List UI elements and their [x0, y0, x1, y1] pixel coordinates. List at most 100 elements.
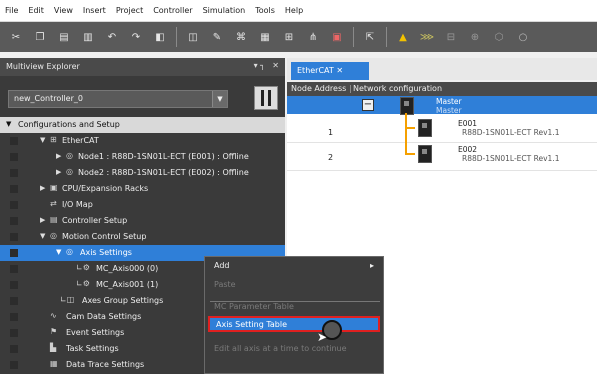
collapse-icon[interactable]: − [362, 99, 374, 111]
circle-icon[interactable]: ○ [516, 30, 530, 44]
menu-edit[interactable]: Edit [23, 6, 49, 15]
run-icon[interactable]: ⊟ [444, 30, 458, 44]
tree-item-ethercat[interactable]: ▼ ⊞ EtherCAT [0, 133, 285, 149]
toolbar-separator [353, 27, 354, 47]
close-icon[interactable]: ✕ [272, 61, 279, 70]
cam-icon: ∿ [50, 311, 57, 320]
ethercat-connector [405, 127, 415, 130]
tree-item-node2[interactable]: ▶ ◎ Node2 : R88D-1SN01L-ECT (E002) : Off… [0, 165, 285, 181]
tag-icon[interactable]: ▣ [330, 30, 344, 44]
delete-icon[interactable]: ▥ [81, 30, 95, 44]
rack-icon: ▣ [50, 183, 58, 192]
expanded-arrow-icon[interactable]: ▼ [40, 232, 45, 240]
collapsed-arrow-icon[interactable]: ▶ [56, 152, 61, 160]
expanded-arrow-icon[interactable]: ▼ [40, 136, 45, 144]
cut-icon[interactable]: ✂ [9, 30, 23, 44]
paste-icon[interactable]: ▤ [57, 30, 71, 44]
node-model: R88D-1SN01L-ECT Rev1.1 [462, 128, 560, 137]
master-label: Master Master [436, 97, 462, 115]
collapsed-arrow-icon[interactable]: ▶ [56, 168, 61, 176]
copy-icon[interactable]: ❐ [33, 30, 47, 44]
menu-controller[interactable]: Controller [148, 6, 197, 15]
mouse-cursor-icon: ➤ [317, 330, 328, 344]
search-icon[interactable]: ⋔ [306, 30, 320, 44]
warning-icon[interactable]: ▲ [396, 30, 410, 44]
collapsed-arrow-icon[interactable]: ▶ [40, 216, 45, 224]
servo-device-icon[interactable] [418, 145, 432, 163]
row-divider [287, 170, 597, 171]
tree-item-configurations[interactable]: ▼ Configurations and Setup [0, 117, 285, 133]
servo-icon: ◎ [66, 167, 73, 176]
tree-label: MC_Axis000 (0) [96, 264, 159, 273]
expanded-arrow-icon[interactable]: ▼ [6, 120, 11, 128]
table-header: Node Address | Network configuration [287, 82, 597, 96]
menu-bar: File Edit View Insert Project Controller… [0, 0, 597, 22]
tree-label: Data Trace Settings [66, 360, 145, 369]
menu-item-blurred[interactable]: Edit all axis at a time to continue [214, 344, 347, 353]
menu-project[interactable]: Project [111, 6, 148, 15]
event-icon: ⚑ [50, 327, 58, 336]
submenu-arrow-icon: ▸ [370, 261, 375, 270]
column-node-address: Node Address [291, 84, 347, 93]
menu-item-axis-setting-table[interactable]: Axis Setting Table [208, 316, 380, 332]
chevron-down-icon[interactable]: ▼ [212, 91, 227, 107]
stop-icon[interactable]: ⊕ [468, 30, 482, 44]
servo-device-icon[interactable] [418, 119, 432, 137]
menu-item-add[interactable]: Add [214, 261, 230, 270]
axis-icon: ∟⚙ [76, 263, 90, 272]
io-icon[interactable]: ⊞ [282, 30, 296, 44]
tree-label: Axes Group Settings [82, 296, 164, 305]
tab-ethercat[interactable]: EtherCAT ✕ [291, 62, 369, 80]
monitor-icon[interactable]: ◫ [186, 30, 200, 44]
menu-help[interactable]: Help [280, 6, 308, 15]
pin-icon[interactable]: ▾ ┐ [254, 61, 265, 70]
tree-label: Configurations and Setup [18, 120, 120, 129]
status-square [10, 297, 18, 305]
build-icon[interactable]: ◧ [153, 30, 167, 44]
node-device[interactable]: E002 R88D-1SN01L-ECT Rev1.1 [458, 145, 559, 163]
undo-icon[interactable]: ↶ [105, 30, 119, 44]
redo-icon[interactable]: ↷ [129, 30, 143, 44]
tree-item-io-map[interactable]: ⇄ I/O Map [0, 197, 285, 213]
tree-label: Node1 : R88D-1SN01L-ECT (E001) : Offline [78, 152, 249, 161]
master-title: Master [436, 97, 462, 106]
controller-select[interactable]: new_Controller_0 ▼ [8, 90, 228, 108]
menu-file[interactable]: File [0, 6, 23, 15]
network-icon[interactable]: ⌘ [234, 30, 248, 44]
controller-icon [254, 86, 278, 110]
tree-item-controller-setup[interactable]: ▶ ▤ Controller Setup [0, 213, 285, 229]
menu-view[interactable]: View [49, 6, 78, 15]
axes-group-icon: ∟◫ [60, 295, 75, 304]
status-square [10, 185, 18, 193]
servo-icon: ◎ [66, 151, 73, 160]
axis-icon[interactable]: ⇱ [363, 30, 377, 44]
tree-label: CPU/Expansion Racks [62, 184, 149, 193]
trace-icon: ▦ [50, 359, 58, 368]
controller-select-value: new_Controller_0 [14, 94, 83, 103]
collapsed-arrow-icon[interactable]: ▶ [40, 184, 45, 192]
menu-insert[interactable]: Insert [78, 6, 111, 15]
status-square [10, 201, 18, 209]
menu-item-mc-parameter-table[interactable]: MC Parameter Table [214, 302, 294, 311]
network-icon: ⊞ [50, 135, 57, 144]
tree-item-motion-control[interactable]: ▼ ◎ Motion Control Setup [0, 229, 285, 245]
menu-tools[interactable]: Tools [250, 6, 280, 15]
menu-simulation[interactable]: Simulation [198, 6, 251, 15]
expanded-arrow-icon[interactable]: ▼ [56, 248, 61, 256]
tree-item-node1[interactable]: ▶ ◎ Node1 : R88D-1SN01L-ECT (E001) : Off… [0, 149, 285, 165]
table-icon[interactable]: ▦ [258, 30, 272, 44]
tree-item-cpu[interactable]: ▶ ▣ CPU/Expansion Racks [0, 181, 285, 197]
toolbar-separator [176, 27, 177, 47]
status-square [10, 153, 18, 161]
tag2-icon[interactable]: ⬡ [492, 30, 506, 44]
master-sub: Master [436, 106, 462, 115]
row-divider [287, 142, 597, 143]
node-device[interactable]: E001 R88D-1SN01L-ECT Rev1.1 [458, 119, 559, 137]
menu-item-paste[interactable]: Paste [214, 280, 236, 289]
axis-icon: ∟⚙ [76, 279, 90, 288]
settings-icon[interactable]: ✎ [210, 30, 224, 44]
tree-label: EtherCAT [62, 136, 99, 145]
sync-icon[interactable]: ⋙ [420, 30, 434, 44]
status-square [10, 313, 18, 321]
status-square [10, 361, 18, 369]
